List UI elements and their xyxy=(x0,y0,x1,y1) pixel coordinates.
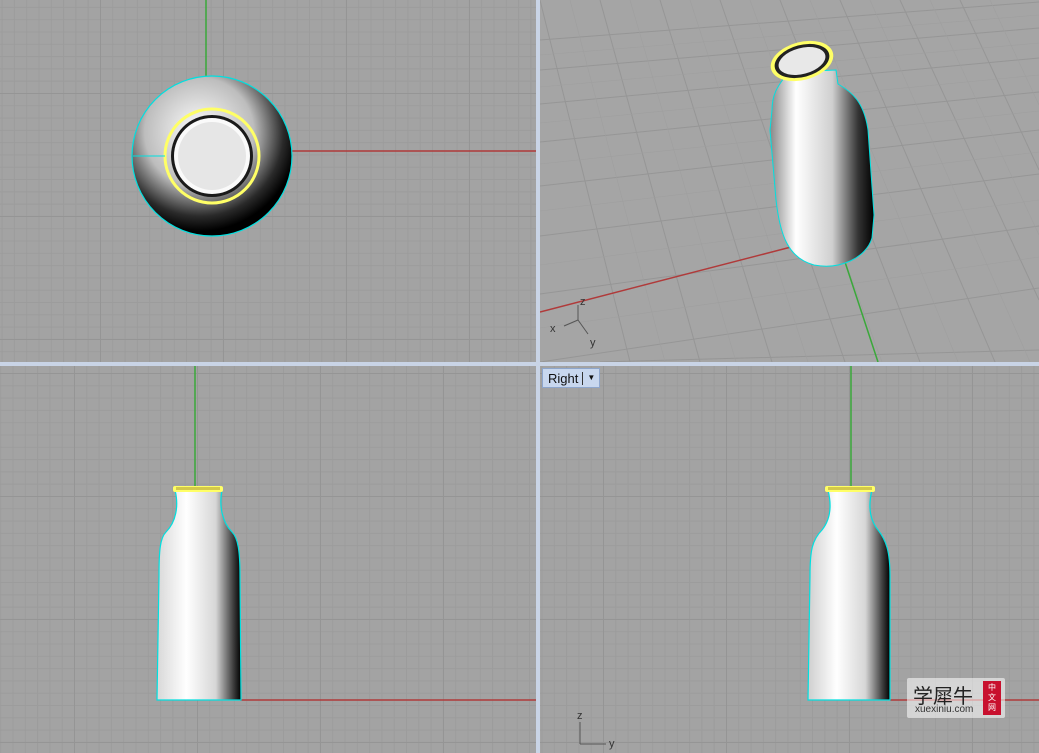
watermark-badge: 中 文 网 xyxy=(983,681,1001,715)
axis-label-y: y xyxy=(590,337,596,349)
chevron-down-icon[interactable]: ▼ xyxy=(587,374,595,382)
watermark-badge-char: 中 xyxy=(988,683,996,692)
watermark-badge-char: 网 xyxy=(988,703,996,712)
perspective-view-canvas xyxy=(540,0,1039,362)
axis-label-y: y xyxy=(609,738,615,750)
front-view-canvas xyxy=(156,366,536,701)
viewport-front[interactable] xyxy=(0,366,536,753)
x-axis-line xyxy=(540,245,796,313)
viewport-divider-horizontal[interactable] xyxy=(0,362,1039,366)
axis-label-z: z xyxy=(577,710,583,722)
watermark: 学犀牛 xuexiniu.com 中 文 网 xyxy=(907,678,1005,718)
vase-opening-top xyxy=(178,122,246,190)
top-view-canvas xyxy=(131,0,536,237)
viewport-title-tab[interactable]: Right ▼ xyxy=(542,368,601,388)
axis-label-z: z xyxy=(580,296,586,308)
viewport-top[interactable] xyxy=(0,0,536,362)
axis-label-x: x xyxy=(550,323,556,335)
watermark-badge-char: 文 xyxy=(988,693,996,702)
tab-separator xyxy=(582,371,584,385)
y-axis-line xyxy=(844,261,879,362)
viewport-perspective[interactable]: z x y xyxy=(540,0,1039,362)
watermark-site: xuexiniu.com xyxy=(915,704,974,715)
viewport-divider-vertical[interactable] xyxy=(536,0,540,753)
vase-body-perspective xyxy=(769,69,875,267)
vase-body-right xyxy=(807,489,891,701)
vase-body-front xyxy=(156,489,242,701)
viewport-title[interactable]: Right xyxy=(548,371,578,386)
